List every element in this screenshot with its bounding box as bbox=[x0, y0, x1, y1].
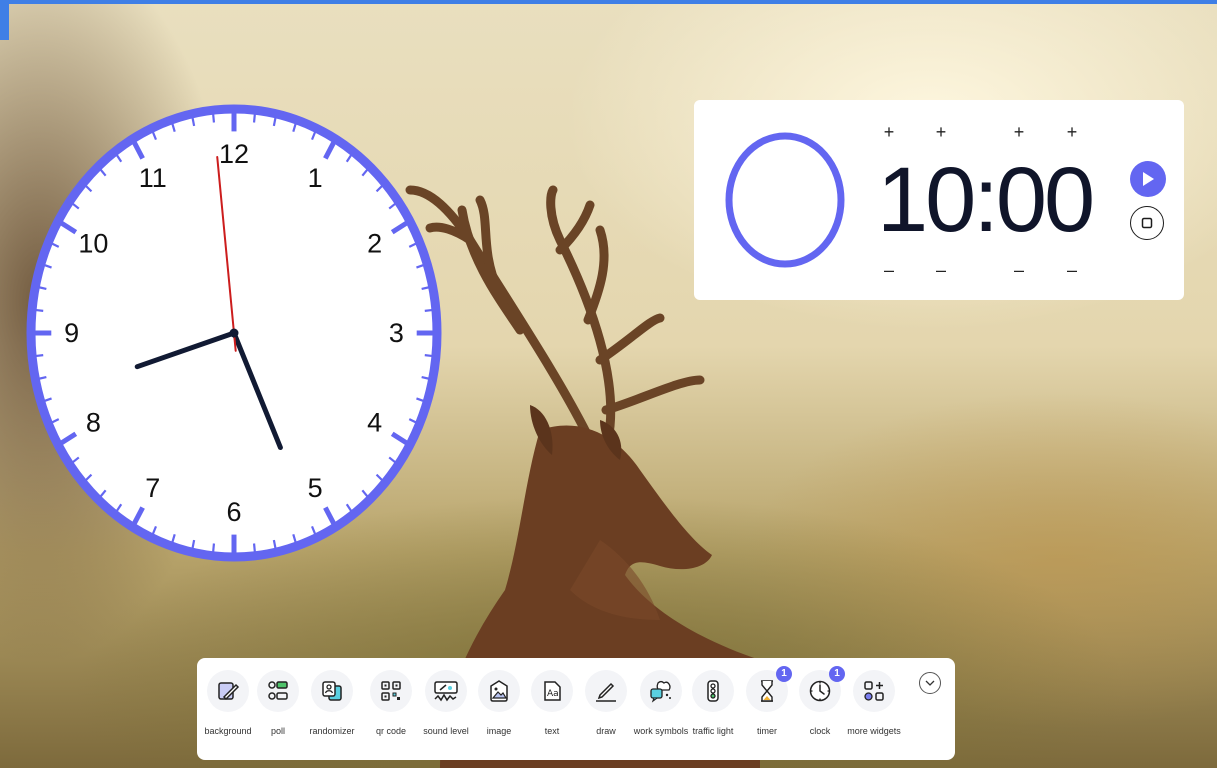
clock-minor-tick bbox=[424, 354, 433, 358]
svg-text:Aa: Aa bbox=[547, 689, 559, 699]
toolbar-item-text[interactable]: Aa text bbox=[522, 670, 582, 738]
toolbar-item-more-widgets[interactable]: more widgets bbox=[844, 670, 904, 738]
toolbar-item-draw[interactable]: draw bbox=[576, 670, 636, 738]
work-symbols-icon bbox=[650, 680, 671, 703]
clock-number: 1 bbox=[308, 163, 323, 193]
side-accent-strip bbox=[0, 0, 9, 40]
poll-icon bbox=[268, 681, 288, 700]
timer-progress-ring bbox=[725, 132, 845, 268]
toolbar-item-label: randomizer bbox=[309, 726, 355, 736]
timer-stop-button[interactable] bbox=[1130, 206, 1164, 240]
toolbar-item-work-symbols[interactable]: work symbols bbox=[631, 670, 691, 738]
clock-number: 2 bbox=[367, 228, 382, 258]
image-icon bbox=[490, 680, 508, 702]
decrement-seconds-ones-button[interactable]: – bbox=[1062, 260, 1082, 280]
clock-number: 11 bbox=[139, 163, 167, 193]
increment-seconds-ones-button[interactable]: + bbox=[1062, 122, 1082, 142]
background-icon bbox=[218, 682, 240, 701]
toolbar-item-traffic-light[interactable]: traffic light bbox=[683, 670, 743, 738]
toolbar-item-image[interactable]: image bbox=[469, 670, 529, 738]
top-accent-bar bbox=[0, 0, 1217, 4]
toolbar-item-label: text bbox=[544, 726, 560, 736]
toolbar-item-label: work symbols bbox=[633, 726, 689, 736]
timer-display: 10:00 bbox=[877, 149, 1095, 251]
clock-number: 12 bbox=[219, 139, 249, 169]
clock-number: 7 bbox=[145, 473, 160, 503]
text-icon: Aa bbox=[544, 681, 561, 701]
clock-number: 4 bbox=[367, 408, 382, 438]
clock-icon bbox=[809, 680, 831, 702]
clock-number: 8 bbox=[86, 408, 101, 438]
qr-code-icon bbox=[381, 681, 401, 701]
clock-number: 10 bbox=[78, 228, 108, 258]
sound-level-icon bbox=[434, 681, 458, 702]
toolbar-item-label: more widgets bbox=[847, 726, 901, 736]
play-icon bbox=[1143, 172, 1154, 186]
hourglass-icon bbox=[761, 680, 773, 702]
clock-minor-tick bbox=[35, 308, 44, 312]
toolbar-item-poll[interactable]: poll bbox=[248, 670, 308, 738]
toolbar-item-label: timer bbox=[757, 726, 777, 736]
clock-minor-tick bbox=[212, 543, 216, 553]
increment-minutes-ones-button[interactable]: + bbox=[931, 122, 951, 142]
clock-minor-tick bbox=[35, 354, 44, 358]
clock-count-badge: 1 bbox=[829, 666, 845, 682]
randomizer-icon bbox=[322, 681, 342, 701]
toolbar-item-label: qr code bbox=[375, 726, 407, 736]
toolbar-item-label: sound level bbox=[423, 726, 469, 736]
analog-clock-widget[interactable]: 121234567891011 bbox=[24, 102, 444, 564]
clock-minor-tick bbox=[212, 113, 216, 123]
widget-toolbar: background poll randomizer qr code sound… bbox=[197, 658, 955, 760]
clock-minor-tick bbox=[424, 308, 433, 312]
stop-icon bbox=[1141, 217, 1153, 229]
more-widgets-icon bbox=[864, 681, 884, 701]
toolbar-item-qr-code[interactable]: qr code bbox=[361, 670, 421, 738]
chevron-down-icon bbox=[925, 680, 935, 686]
toolbar-item-label: poll bbox=[270, 726, 285, 736]
decrement-minutes-ones-button[interactable]: – bbox=[931, 260, 951, 280]
toolbar-item-label: draw bbox=[596, 726, 616, 736]
increment-seconds-tens-button[interactable]: + bbox=[1009, 122, 1029, 142]
increment-minutes-tens-button[interactable]: + bbox=[879, 122, 899, 142]
clock-number: 3 bbox=[389, 318, 404, 348]
toolbar-collapse-button[interactable] bbox=[919, 672, 941, 694]
toolbar-item-sound-level[interactable]: sound level bbox=[416, 670, 476, 738]
toolbar-item-timer[interactable]: 1 timer bbox=[737, 666, 797, 738]
clock-minor-tick bbox=[252, 113, 256, 123]
clock-number: 6 bbox=[226, 497, 241, 527]
traffic-light-icon bbox=[707, 680, 719, 702]
decrement-minutes-tens-button[interactable]: – bbox=[879, 260, 899, 280]
draw-icon bbox=[596, 682, 616, 702]
toolbar-item-clock[interactable]: 1 clock bbox=[790, 666, 850, 738]
timer-play-button[interactable] bbox=[1130, 161, 1166, 197]
toolbar-item-randomizer[interactable]: randomizer bbox=[302, 670, 362, 738]
clock-number: 9 bbox=[64, 318, 79, 348]
toolbar-item-label: clock bbox=[809, 726, 831, 736]
timer-widget: + + + + 10:00 – – – – bbox=[694, 100, 1184, 300]
clock-number: 5 bbox=[308, 473, 323, 503]
clock-center-pin bbox=[229, 328, 239, 338]
toolbar-item-label: traffic light bbox=[692, 726, 734, 736]
decrement-seconds-tens-button[interactable]: – bbox=[1009, 260, 1029, 280]
toolbar-item-label: image bbox=[486, 726, 512, 736]
clock-minor-tick bbox=[252, 543, 256, 553]
